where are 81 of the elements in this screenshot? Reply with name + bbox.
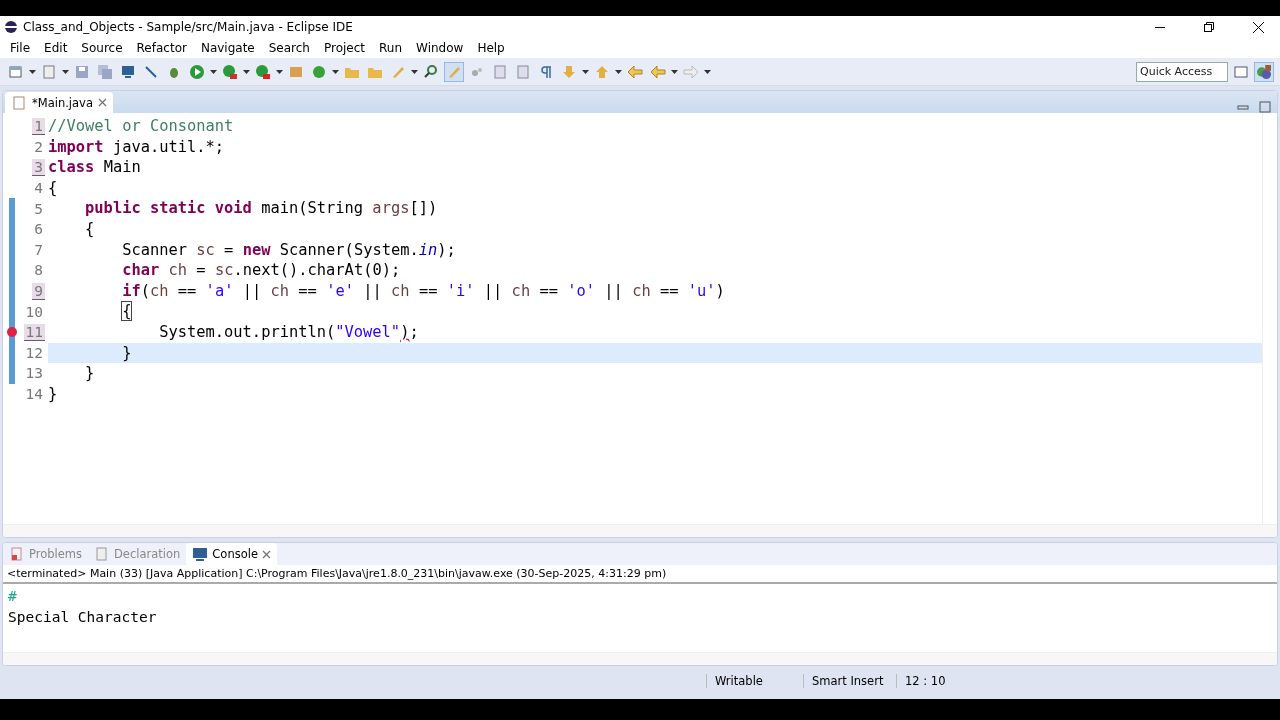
line-number: 14 [24, 386, 44, 402]
tab-label: *Main.java [32, 95, 93, 110]
menu-item[interactable]: File [3, 41, 38, 55]
close-icon [262, 549, 271, 559]
line-number: 12 [24, 344, 44, 361]
page-icon [515, 63, 531, 80]
menu-item[interactable]: Edit [37, 41, 75, 55]
line-number: 13 [24, 365, 44, 382]
line-number: 2 [33, 138, 44, 155]
new-file-icon [8, 63, 24, 80]
caret-icon [704, 69, 711, 74]
play-icon [189, 63, 205, 80]
back-arrow-icon [627, 63, 643, 80]
status-field: 12 : 10 [896, 674, 985, 688]
eclipse-logo-icon [4, 20, 18, 34]
caret-icon [615, 69, 622, 74]
caret-icon [210, 69, 217, 74]
declaration-icon [94, 546, 110, 562]
line-number: 6 [33, 221, 44, 238]
minimize-icon [1155, 26, 1165, 28]
caret-icon [332, 69, 339, 74]
back-arrow-icon [650, 63, 666, 80]
pilcrow-icon [538, 63, 554, 80]
save-icon [74, 63, 90, 80]
problems-icon [9, 546, 25, 562]
line-number: 5 [33, 200, 44, 217]
quick-access-field[interactable]: Quick Access [1136, 61, 1228, 82]
close-icon [97, 98, 107, 107]
caret-icon [411, 69, 418, 74]
play-icon [222, 63, 238, 80]
play-icon [255, 63, 271, 80]
menu-item[interactable]: Source [74, 41, 130, 55]
line-number: 3 [32, 159, 45, 176]
menu-item[interactable]: Search [261, 41, 317, 55]
line-number: 11 [23, 323, 45, 341]
arrow-icon [594, 63, 610, 80]
caret-icon [29, 69, 36, 74]
search-icon [423, 63, 439, 80]
forward-arrow-icon [683, 63, 699, 80]
editor-tab[interactable]: *Main.java [5, 92, 113, 113]
menu-item[interactable]: Navigate [193, 41, 262, 55]
menu-item[interactable]: Window [409, 41, 471, 55]
caret-icon [582, 69, 589, 74]
menu-item[interactable]: Project [316, 41, 373, 55]
monitor-icon [120, 63, 136, 80]
line-number: 4 [33, 180, 44, 197]
console-header: <terminated> Main (33) [Java Application] C:\Program Files\Java\jre1.8.0_231\bin\javaw.exe (30-Sep-2025, 4:31:29 pm) [3, 565, 1277, 585]
java-file-icon [11, 94, 27, 111]
line-number: 8 [33, 262, 44, 279]
window-title: Class_and_Objects - Sample/src/Main.java - Eclipse IDE [23, 20, 354, 34]
menu-item[interactable]: Refactor [129, 41, 194, 55]
close-icon [1252, 21, 1264, 33]
caret-icon [62, 69, 69, 74]
menu-item[interactable]: Run [372, 41, 410, 55]
slash-icon [143, 63, 159, 80]
caret-icon [243, 69, 250, 74]
status-field: Writable [706, 674, 803, 688]
save-icon [97, 63, 113, 80]
console-line: Special Character [8, 608, 158, 628]
console-line: # [8, 587, 18, 607]
window-icon [1233, 63, 1249, 80]
caret-icon [276, 69, 283, 74]
minimize-icon [1237, 103, 1249, 113]
horizontal-scrollbar[interactable] [3, 652, 1277, 665]
view-tab[interactable]: Console [186, 543, 277, 565]
restore-icon [1204, 22, 1214, 32]
status-field: Smart Insert [803, 674, 896, 688]
maximize-icon [1259, 101, 1271, 113]
console-icon [192, 546, 209, 562]
line-number: 9 [32, 282, 45, 300]
menu-item[interactable]: Help [470, 41, 512, 55]
arrow-icon [561, 63, 577, 80]
caret-icon [671, 69, 678, 74]
file-icon [41, 63, 57, 80]
java-perspective-button[interactable] [1254, 61, 1274, 82]
line-number: 7 [33, 241, 44, 258]
java-perspective-icon [1257, 64, 1271, 79]
line-number: 1 [32, 117, 45, 135]
horizontal-scrollbar[interactable] [3, 524, 1277, 537]
line-number: 10 [24, 303, 44, 320]
page-icon [492, 63, 508, 80]
